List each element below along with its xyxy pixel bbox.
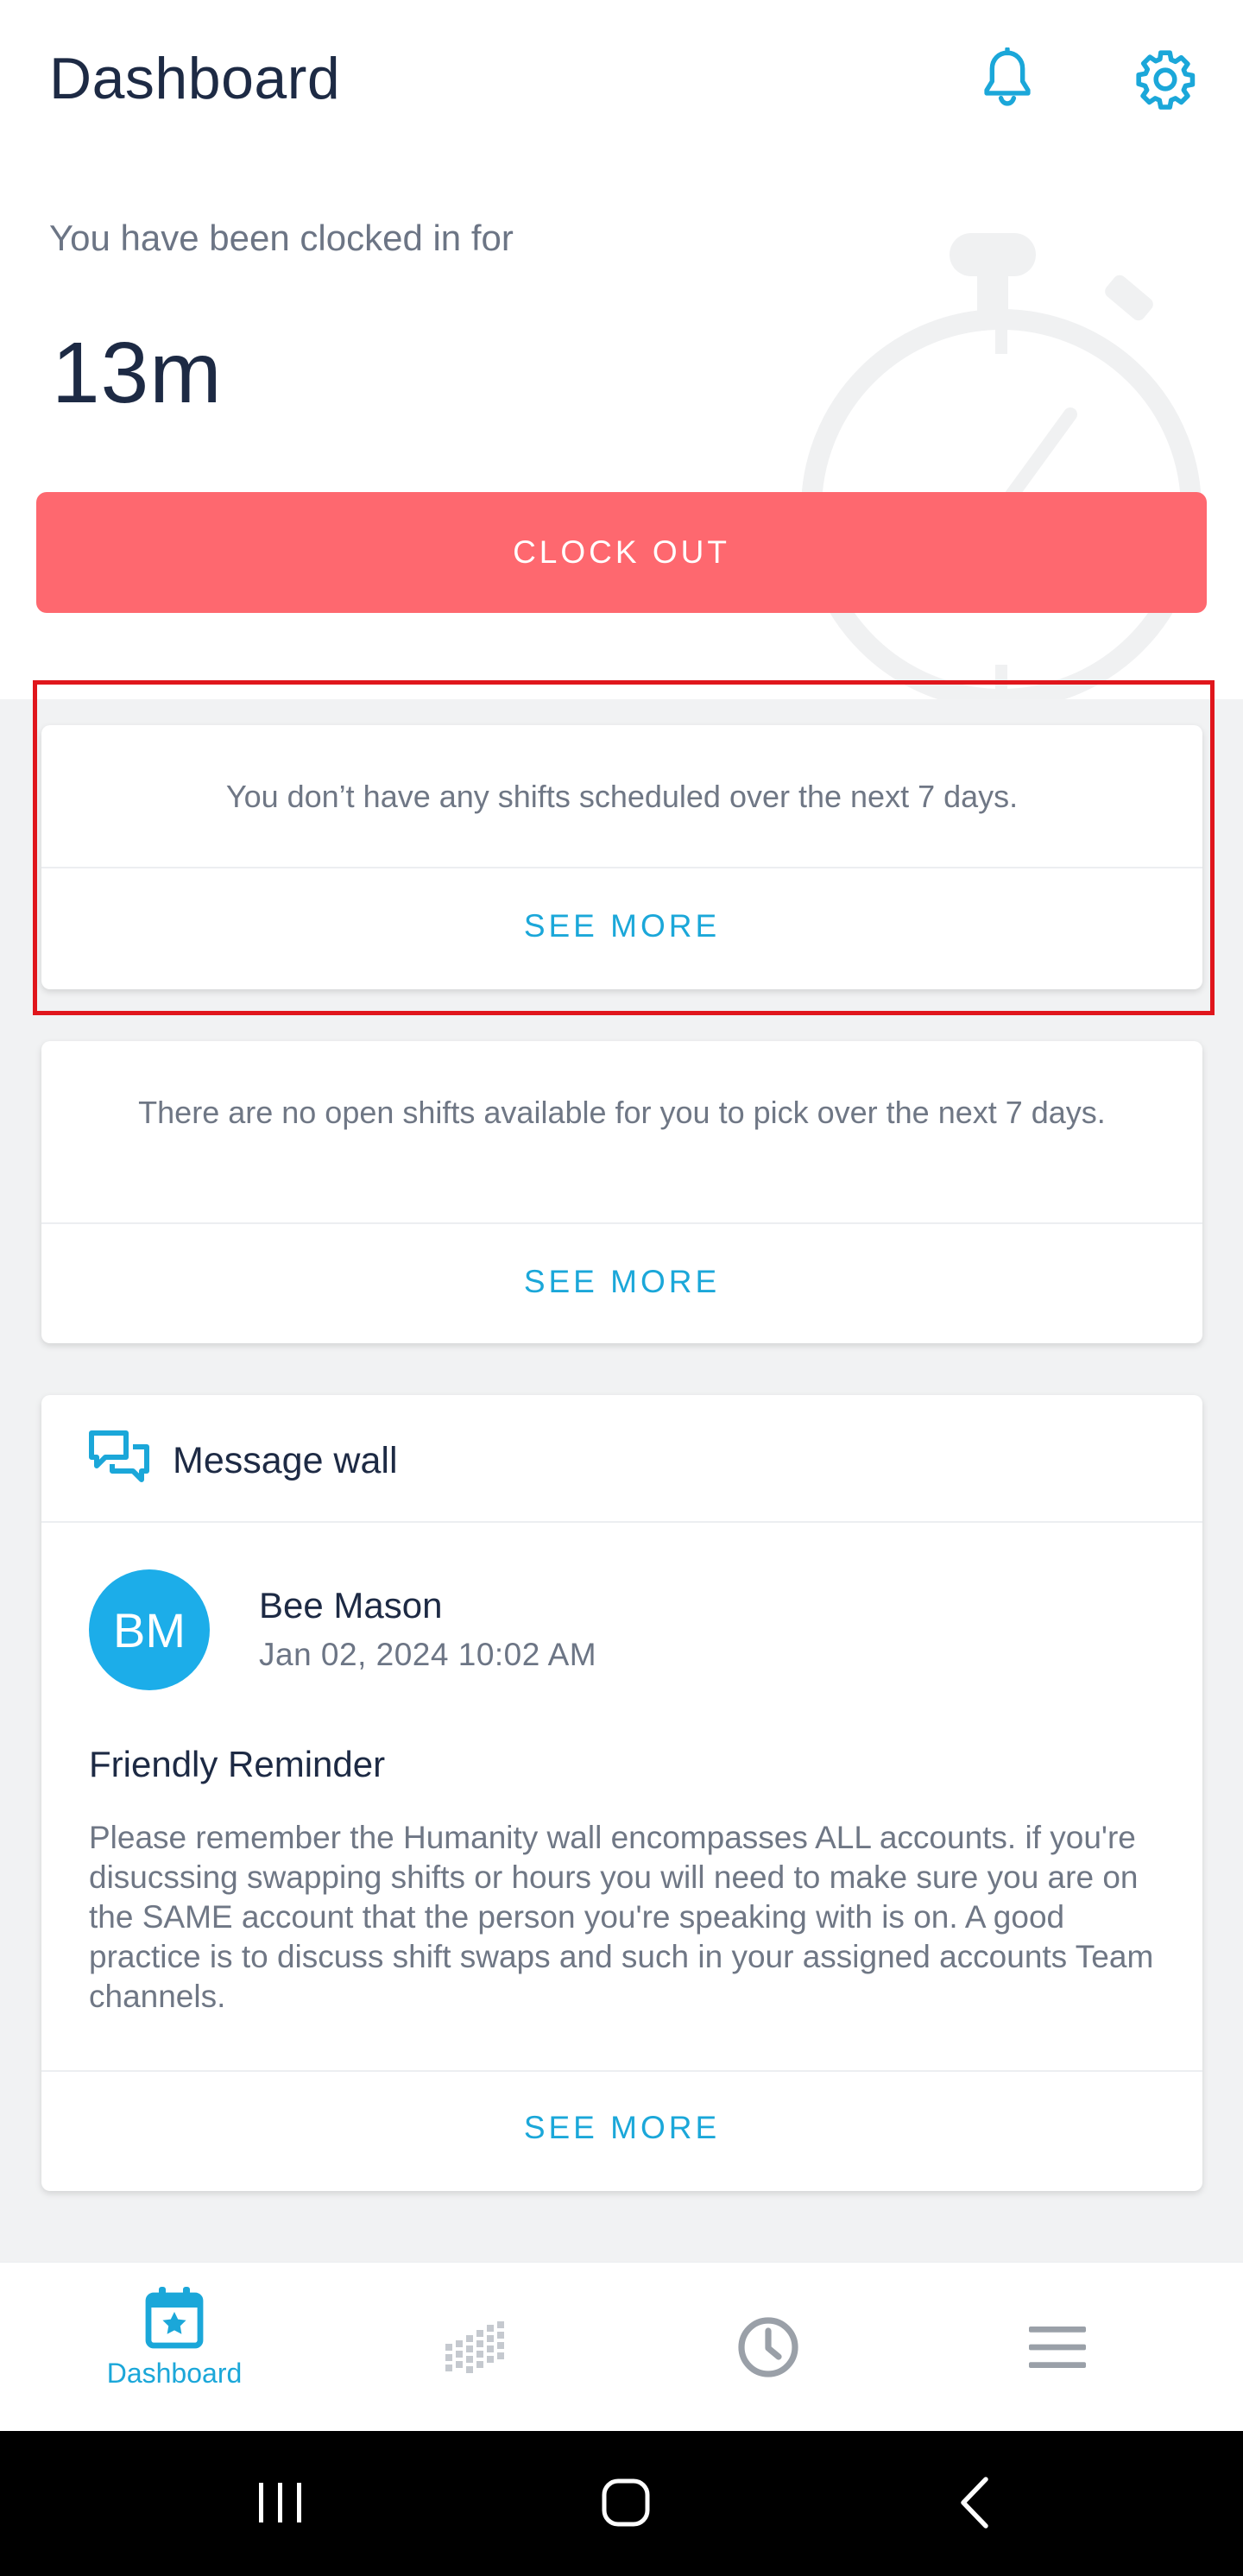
nav-item-menu[interactable]: [1014, 2263, 1101, 2432]
upcoming-shifts-card: You don’t have any shifts scheduled over…: [41, 725, 1202, 989]
post-title: Friendly Reminder: [89, 1744, 386, 1784]
message-wall-card: Message wall BM Bee Mason Jan 02, 2024 1…: [41, 1395, 1202, 2191]
page-title: Dashboard: [49, 46, 341, 111]
divider: [41, 1521, 1202, 1523]
back-icon[interactable]: [950, 2474, 1001, 2531]
app-header: Dashboard: [0, 0, 1243, 164]
clocked-in-label: You have been clocked in for: [49, 218, 514, 258]
chat-bubbles-icon: [89, 1430, 149, 1482]
upcoming-shifts-text: You don’t have any shifts scheduled over…: [225, 779, 1019, 814]
clock-icon: [738, 2317, 798, 2377]
calendar-star-icon: [145, 2287, 204, 2349]
bottom-nav: Dashboard: [0, 2262, 1243, 2431]
stopwatch-icon: [801, 233, 1202, 699]
post-body: Please remember the Humanity wall encomp…: [89, 1820, 1154, 2014]
open-shifts-text: There are no open shifts available for y…: [138, 1095, 1106, 1130]
nav-label-dashboard: Dashboard: [106, 2358, 243, 2389]
system-navigation-bar: [0, 2431, 1243, 2576]
settings-button[interactable]: [1131, 45, 1200, 114]
divider: [41, 2070, 1202, 2072]
avatar: BM: [89, 1569, 210, 1690]
notifications-button[interactable]: [973, 45, 1042, 114]
post-author: Bee Mason: [259, 1585, 443, 1626]
clocked-in-duration: 13m: [52, 325, 223, 421]
home-icon[interactable]: [596, 2472, 656, 2533]
nav-item-dashboard[interactable]: Dashboard: [79, 2263, 269, 2432]
clock-in-panel: You have been clocked in for 13m CLOCK O…: [0, 164, 1243, 699]
gear-icon: [1136, 50, 1196, 110]
nav-item-schedule[interactable]: [432, 2263, 518, 2432]
see-more-shifts-button[interactable]: SEE MORE: [41, 908, 1202, 944]
schedule-grid-icon: [445, 2321, 504, 2373]
divider: [41, 1222, 1202, 1224]
open-shifts-card: There are no open shifts available for y…: [41, 1041, 1202, 1343]
clock-out-button[interactable]: CLOCK OUT: [36, 492, 1207, 613]
see-more-messages-button[interactable]: SEE MORE: [41, 2110, 1202, 2146]
bell-icon: [984, 47, 1031, 106]
message-wall-title: Message wall: [173, 1440, 398, 1481]
menu-icon: [1029, 2327, 1086, 2368]
post-date: Jan 02, 2024 10:02 AM: [259, 1637, 597, 1672]
nav-item-timeclock[interactable]: [725, 2263, 811, 2432]
divider: [41, 867, 1202, 868]
recent-apps-icon[interactable]: [250, 2476, 311, 2528]
see-more-open-shifts-button[interactable]: SEE MORE: [41, 1264, 1202, 1300]
